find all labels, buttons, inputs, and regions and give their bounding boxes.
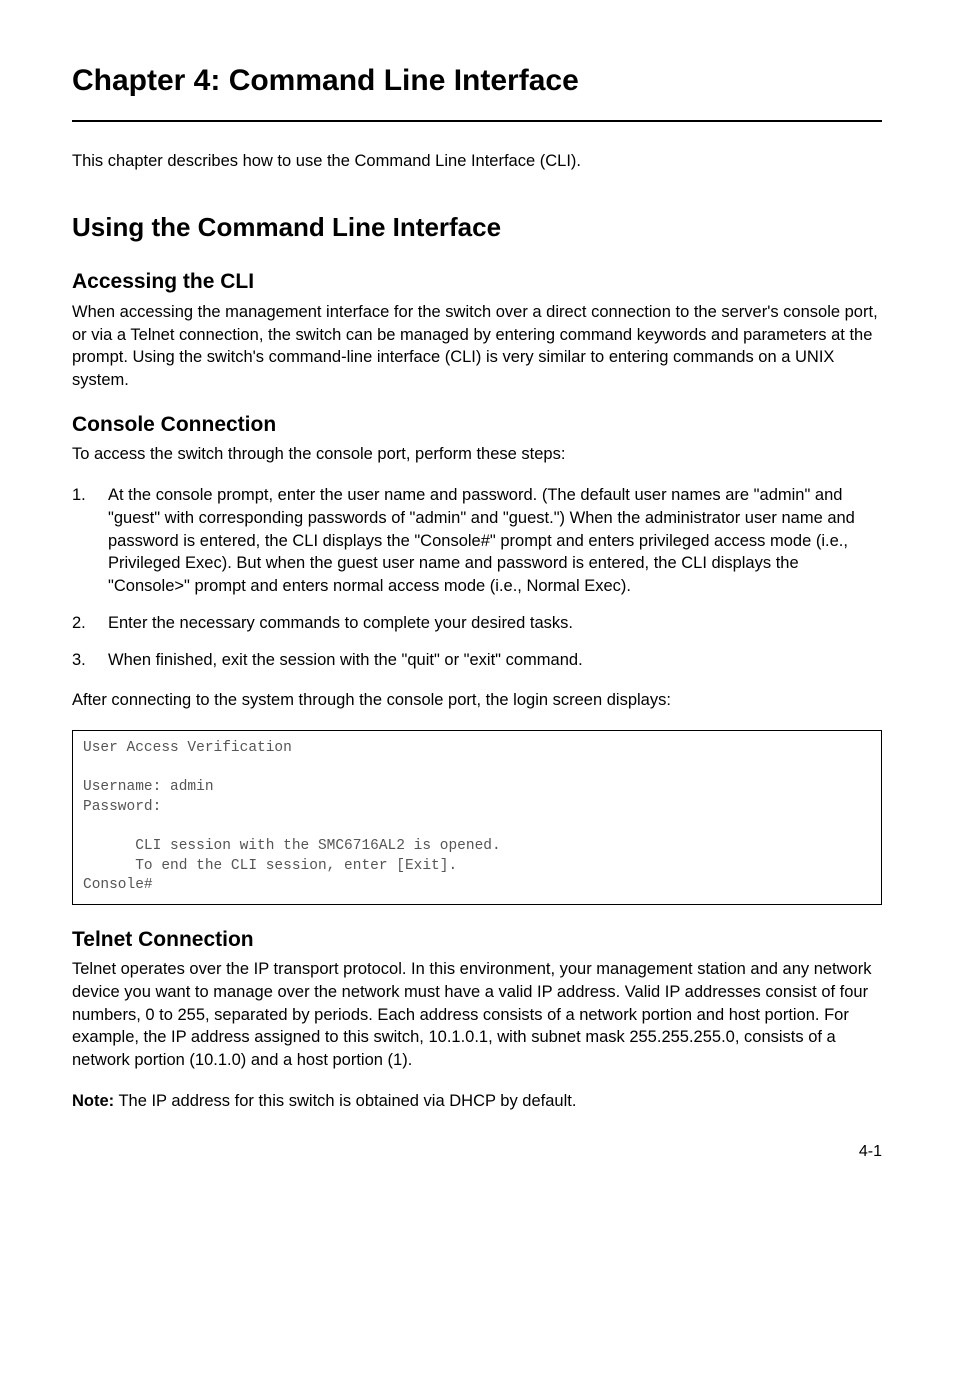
list-item: 3. When finished, exit the session with … (72, 649, 882, 672)
telnet-note: Note: The IP address for this switch is … (72, 1090, 882, 1113)
list-number: 3. (72, 649, 108, 672)
list-number: 2. (72, 612, 108, 635)
chapter-underline (72, 120, 882, 122)
section-heading-using-cli: Using the Command Line Interface (72, 209, 882, 245)
subsection-accessing-cli: Accessing the CLI (72, 267, 882, 296)
subsection-telnet-connection: Telnet Connection (72, 925, 882, 954)
list-item: 1. At the console prompt, enter the user… (72, 484, 882, 598)
page-number: 4-1 (72, 1141, 882, 1163)
list-text: At the console prompt, enter the user na… (108, 484, 882, 598)
list-item: 2. Enter the necessary commands to compl… (72, 612, 882, 635)
subsection-console-connection: Console Connection (72, 410, 882, 439)
list-number: 1. (72, 484, 108, 598)
list-text: Enter the necessary commands to complete… (108, 612, 882, 635)
note-label: Note: (72, 1092, 114, 1110)
note-text: The IP address for this switch is obtain… (114, 1092, 576, 1110)
console-steps-list: 1. At the console prompt, enter the user… (72, 484, 882, 671)
console-code-block: User Access Verification Username: admin… (72, 730, 882, 905)
accessing-body: When accessing the management interface … (72, 301, 882, 392)
console-intro: To access the switch through the console… (72, 443, 882, 466)
chapter-intro: This chapter describes how to use the Co… (72, 150, 882, 173)
list-text: When finished, exit the session with the… (108, 649, 882, 672)
console-after-text: After connecting to the system through t… (72, 689, 882, 712)
telnet-body: Telnet operates over the IP transport pr… (72, 958, 882, 1072)
chapter-title: Chapter 4: Command Line Interface (72, 60, 882, 102)
